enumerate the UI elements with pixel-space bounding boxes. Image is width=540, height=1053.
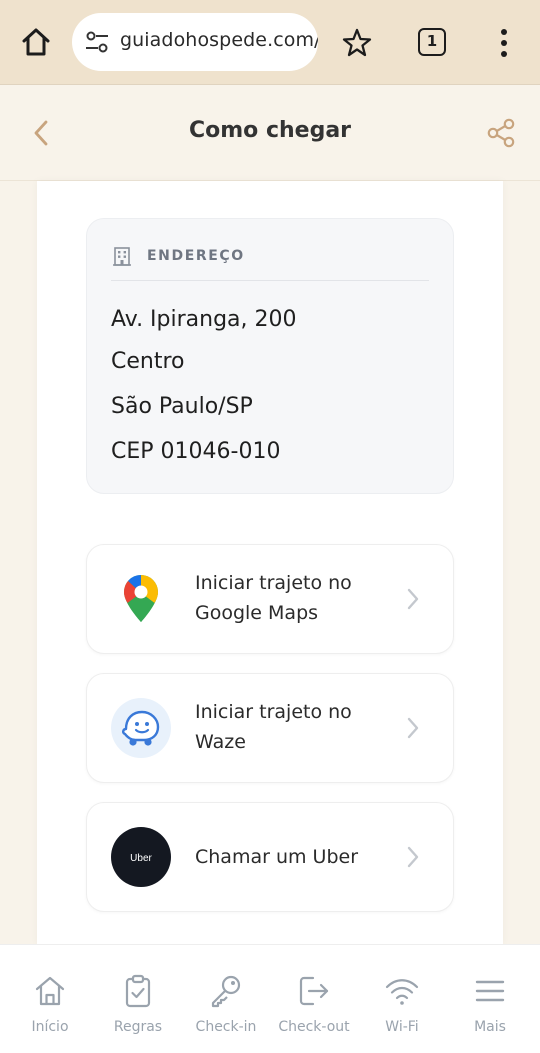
browser-toolbar: guiadohospede.com/p 1 bbox=[0, 0, 540, 85]
chevron-right-icon bbox=[407, 588, 419, 610]
nav-label: Check-in bbox=[195, 1019, 257, 1035]
nav-label: Wi-Fi bbox=[385, 1019, 419, 1035]
google-maps-icon bbox=[123, 574, 158, 622]
address-street: Av. Ipiranga, 200 bbox=[111, 307, 297, 332]
menu-icon bbox=[475, 980, 505, 1002]
uber-icon: Uber bbox=[111, 827, 171, 887]
nav-item-check-in[interactable]: Check-in bbox=[182, 945, 270, 1053]
address-zip: CEP 01046-010 bbox=[111, 439, 281, 464]
tab-switcher-button[interactable]: 1 bbox=[418, 28, 446, 56]
waze-button[interactable]: Iniciar trajeto no Waze bbox=[86, 673, 454, 783]
uber-label: Chamar um Uber bbox=[195, 846, 359, 868]
home-icon[interactable] bbox=[18, 24, 54, 60]
chevron-right-icon bbox=[407, 846, 419, 868]
more-vert-icon[interactable] bbox=[494, 26, 514, 60]
google-maps-label: Iniciar trajeto no Google Maps bbox=[195, 572, 352, 624]
nav-item-check-out[interactable]: Check-out bbox=[270, 945, 358, 1053]
building-icon bbox=[113, 247, 131, 266]
address-bar[interactable]: guiadohospede.com/p bbox=[72, 13, 318, 71]
uber-logo-text: Uber bbox=[130, 853, 152, 864]
nav-item-wifi[interactable]: Wi-Fi bbox=[358, 945, 446, 1053]
nav-label: Início bbox=[31, 1019, 69, 1035]
chevron-right-icon bbox=[407, 717, 419, 739]
bookmark-star-icon[interactable] bbox=[340, 26, 374, 60]
wifi-icon bbox=[385, 979, 419, 1005]
address-city: São Paulo/SP bbox=[111, 394, 253, 419]
share-icon[interactable] bbox=[484, 116, 518, 150]
nav-label: Check-out bbox=[278, 1019, 350, 1035]
nav-label: Regras bbox=[113, 1019, 163, 1035]
key-icon bbox=[211, 975, 241, 1008]
address-neighborhood: Centro bbox=[111, 349, 185, 374]
address-label: ENDEREÇO bbox=[147, 248, 245, 264]
address-card: ENDEREÇO Av. Ipiranga, 200 Centro São Pa… bbox=[86, 218, 454, 494]
app-header: Como chegar bbox=[0, 86, 540, 181]
url-text: guiadohospede.com/p bbox=[120, 29, 318, 51]
content-panel: ENDEREÇO Av. Ipiranga, 200 Centro São Pa… bbox=[37, 181, 503, 944]
divider bbox=[111, 280, 429, 281]
waze-label: Iniciar trajeto no Waze bbox=[195, 701, 352, 753]
page-title: Como chegar bbox=[188, 118, 352, 143]
nav-label: Mais bbox=[474, 1019, 506, 1035]
waze-icon bbox=[111, 698, 171, 758]
logout-icon bbox=[299, 976, 329, 1006]
home-icon bbox=[35, 976, 65, 1006]
clipboard-check-icon bbox=[125, 974, 151, 1008]
google-maps-button[interactable]: Iniciar trajeto no Google Maps bbox=[86, 544, 454, 654]
uber-button[interactable]: Uber Chamar um Uber bbox=[86, 802, 454, 912]
nav-item-inicio[interactable]: Início bbox=[6, 945, 94, 1053]
bottom-navigation: Início Regras Check-in Check-out Wi-Fi M… bbox=[0, 944, 540, 1053]
nav-item-regras[interactable]: Regras bbox=[94, 945, 182, 1053]
nav-item-mais[interactable]: Mais bbox=[446, 945, 534, 1053]
site-settings-icon[interactable] bbox=[84, 30, 110, 54]
